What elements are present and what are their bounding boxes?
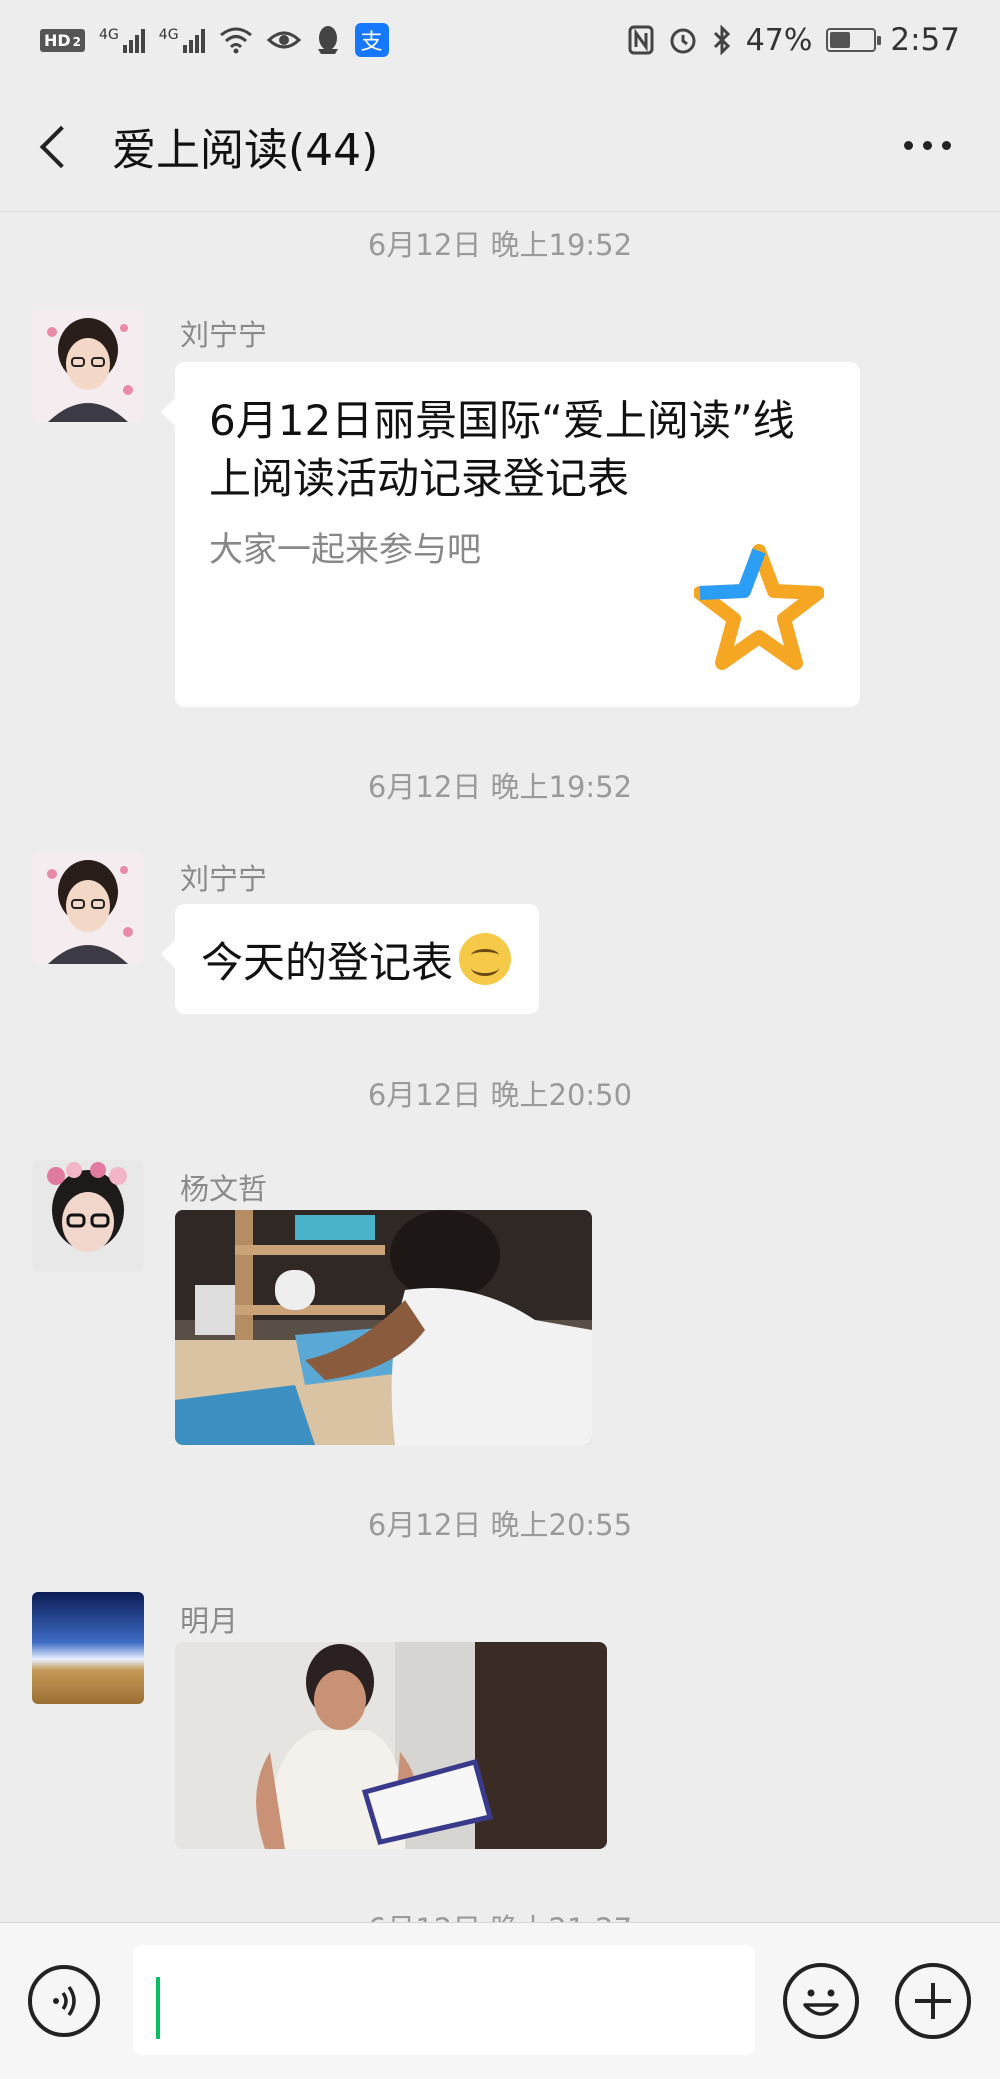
bluetooth-icon [713,25,730,55]
sender-name: 刘宁宁 [180,318,268,352]
nfc-icon [628,25,654,55]
link-card-message[interactable]: 6月12日丽景国际“爱上阅读”线上阅读活动记录登记表 大家一起来参与吧 [175,362,860,707]
text-message[interactable]: 今天的登记表 [175,904,540,1014]
text-caret [156,1977,160,2039]
battery-icon [826,28,882,52]
status-bar-right: 47% 2:57 [628,22,960,58]
signal-icon: 4G [159,27,205,53]
link-card-title: 6月12日丽景国际“爱上阅读”线上阅读活动记录登记表 [209,396,795,503]
image-message[interactable] [175,1210,592,1445]
message-timestamp: 6月12日 晚上19:52 [367,228,633,262]
battery-percent: 47% [745,22,813,58]
star-icon [694,544,824,670]
sender-name: 刘宁宁 [180,862,268,896]
avatar[interactable] [32,1592,144,1704]
input-bar [0,1922,1000,2079]
status-bar-left: HD 2 4G 4G 支 [40,23,389,57]
chat-header: 爱上阅读(44) [0,80,1000,212]
avatar[interactable] [32,310,144,422]
avatar[interactable] [32,1160,144,1272]
clock: 2:57 [890,22,960,58]
signal-icon: 4G [99,27,145,53]
emoji-icon[interactable] [783,1963,859,2039]
avatar[interactable] [32,852,144,964]
status-bar: HD 2 4G 4G 支 47% 2:57 [0,0,1000,80]
smile-emoji-icon [459,933,512,985]
battery-fill [830,32,851,48]
eye-icon [266,31,301,49]
wifi-icon [219,27,252,54]
alipay-icon: 支 [354,23,389,57]
message-timestamp: 6月12日 晚上20:55 [367,1508,633,1542]
qq-icon [317,26,338,54]
back-icon[interactable] [34,118,84,178]
alarm-icon [670,28,696,54]
message-timestamp: 6月12日 晚上20:50 [367,1078,633,1112]
more-options-icon[interactable] [904,130,964,160]
message-text: 今天的登记表 [201,937,454,987]
sender-name: 杨文哲 [180,1172,268,1206]
chat-title: 爱上阅读(44) [112,125,379,176]
image-message[interactable] [175,1642,607,1849]
message-timestamp: 6月12日 晚上19:52 [367,770,633,804]
link-card-description: 大家一起来参与吧 [209,530,481,570]
voice-input-icon[interactable] [28,1965,100,2037]
hd-icon: HD 2 [40,28,86,52]
message-input[interactable] [133,1945,755,2055]
sender-name: 明月 [180,1604,239,1638]
plus-icon[interactable] [895,1963,971,2039]
